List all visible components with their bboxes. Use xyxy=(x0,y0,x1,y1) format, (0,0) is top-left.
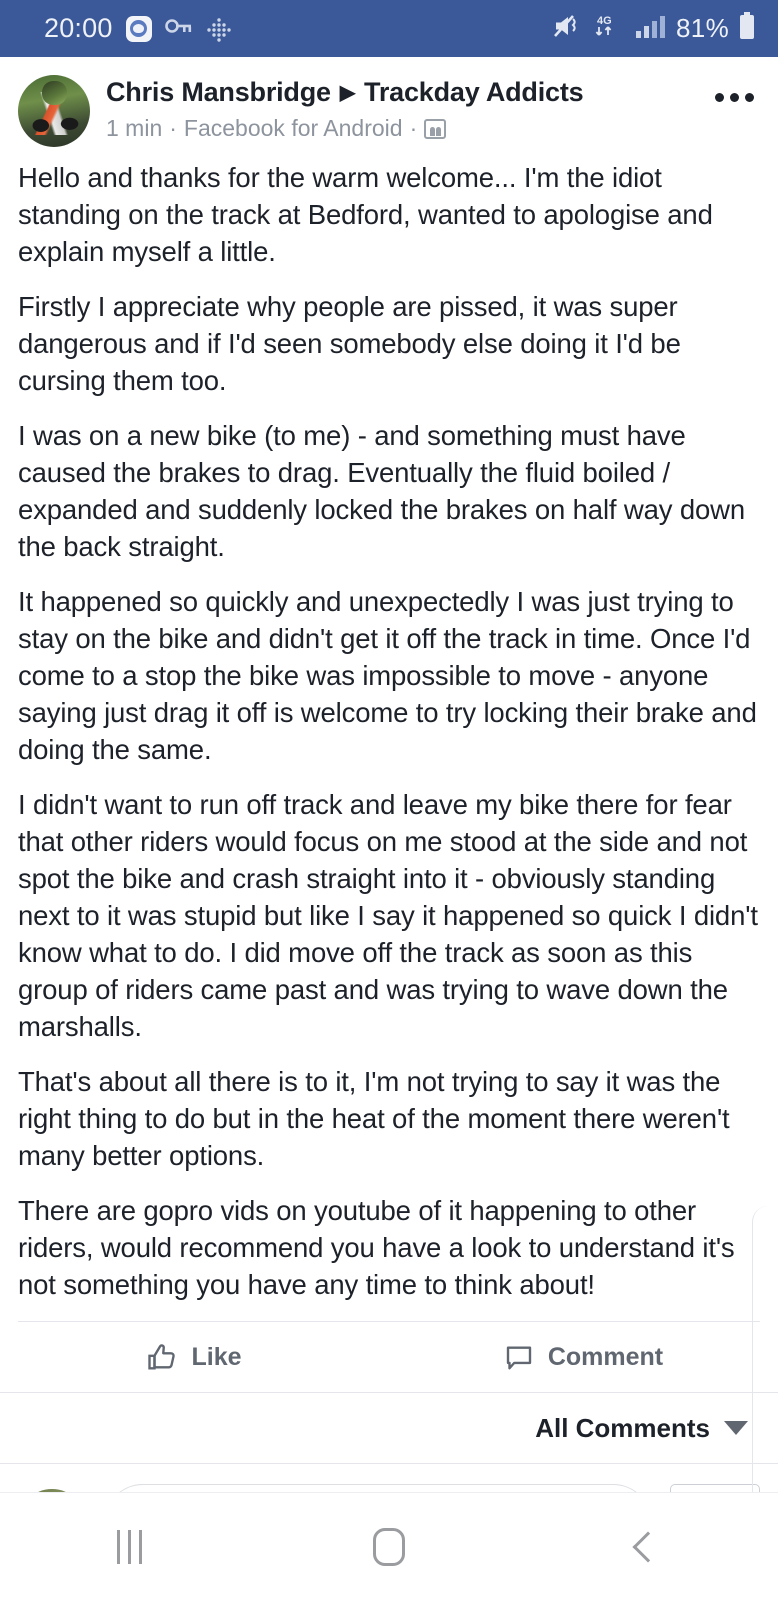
status-bar-left: 20:00 xyxy=(44,13,231,44)
comments-sort-row[interactable]: All Comments xyxy=(0,1392,778,1464)
post-actions-bar: Like Comment xyxy=(0,1322,778,1392)
back-icon xyxy=(632,1530,664,1563)
comment-composer: Write a comment... Post xyxy=(0,1464,778,1492)
post-paragraph: Firstly I appreciate why people are piss… xyxy=(18,291,681,396)
like-button[interactable]: Like xyxy=(0,1342,389,1372)
post-timestamp[interactable]: 1 min xyxy=(106,115,162,142)
vpn-key-icon xyxy=(164,16,193,41)
post-paragraph: I didn't want to run off track and leave… xyxy=(18,789,758,1042)
post-author-name[interactable]: Chris Mansbridge xyxy=(106,77,331,108)
user-avatar[interactable] xyxy=(18,1489,86,1492)
thumbs-up-icon xyxy=(147,1342,177,1372)
mute-icon xyxy=(553,13,583,44)
recents-button[interactable] xyxy=(0,1529,259,1564)
status-bar-right: 4G 81% xyxy=(553,12,756,45)
post-header-text: Chris Mansbridge ▶ Trackday Addicts 1 mi… xyxy=(106,75,705,142)
app-badge-icon xyxy=(125,15,152,42)
post-header: Chris Mansbridge ▶ Trackday Addicts 1 mi… xyxy=(0,57,778,153)
svg-text:4G: 4G xyxy=(597,15,612,27)
comments-sort-label[interactable]: All Comments xyxy=(535,1413,710,1444)
post-paragraph: There are gopro vids on youtube of it ha… xyxy=(18,1195,735,1300)
signal-bars-icon xyxy=(635,13,667,44)
chevron-down-icon[interactable] xyxy=(724,1421,748,1435)
comment-label: Comment xyxy=(547,1342,664,1371)
comment-input[interactable]: Write a comment... xyxy=(104,1484,652,1492)
post-meta-line: 1 min · Facebook for Android · xyxy=(106,115,705,142)
post-paragraph: It happened so quickly and unexpectedly … xyxy=(18,586,757,765)
post-scroll-area[interactable]: Chris Mansbridge ▶ Trackday Addicts 1 mi… xyxy=(0,57,778,1492)
post-source: Facebook for Android xyxy=(183,115,403,141)
phone-screen: 20:00 4G 81% Chris Mansbridge ▶ Trackday… xyxy=(0,0,778,1600)
like-label: Like xyxy=(191,1342,242,1371)
system-nav-bar xyxy=(0,1492,778,1600)
status-bar: 20:00 4G 81% xyxy=(0,0,778,57)
post-paragraph: That's about all there is to it, I'm not… xyxy=(18,1066,730,1171)
battery-icon xyxy=(738,12,756,45)
network-4g-icon: 4G xyxy=(592,12,626,45)
post-group-name[interactable]: Trackday Addicts xyxy=(364,77,584,108)
post-paragraph: Hello and thanks for the warm welcome...… xyxy=(18,162,713,267)
author-avatar[interactable] xyxy=(18,75,90,147)
dots-pattern-icon xyxy=(206,17,231,42)
speech-bubble-icon xyxy=(504,1342,534,1372)
meta-separator-1: · xyxy=(169,115,177,141)
more-options-icon[interactable] xyxy=(705,75,760,102)
home-button[interactable] xyxy=(259,1527,518,1566)
post-title-line: Chris Mansbridge ▶ Trackday Addicts xyxy=(106,77,705,108)
recents-icon xyxy=(117,1529,143,1564)
audience-caret-icon: ▶ xyxy=(339,82,356,104)
status-time: 20:00 xyxy=(44,13,113,43)
post-body: Hello and thanks for the warm welcome...… xyxy=(0,153,778,1303)
post-comment-button[interactable]: Post xyxy=(670,1484,760,1492)
group-privacy-icon[interactable] xyxy=(424,118,447,139)
home-icon xyxy=(372,1527,405,1566)
post-paragraph: I was on a new bike (to me) - and someth… xyxy=(18,420,745,562)
battery-percent-label: 81% xyxy=(676,13,729,43)
comment-button[interactable]: Comment xyxy=(389,1342,778,1372)
meta-separator-2: · xyxy=(409,115,418,141)
back-button[interactable] xyxy=(519,1530,778,1563)
